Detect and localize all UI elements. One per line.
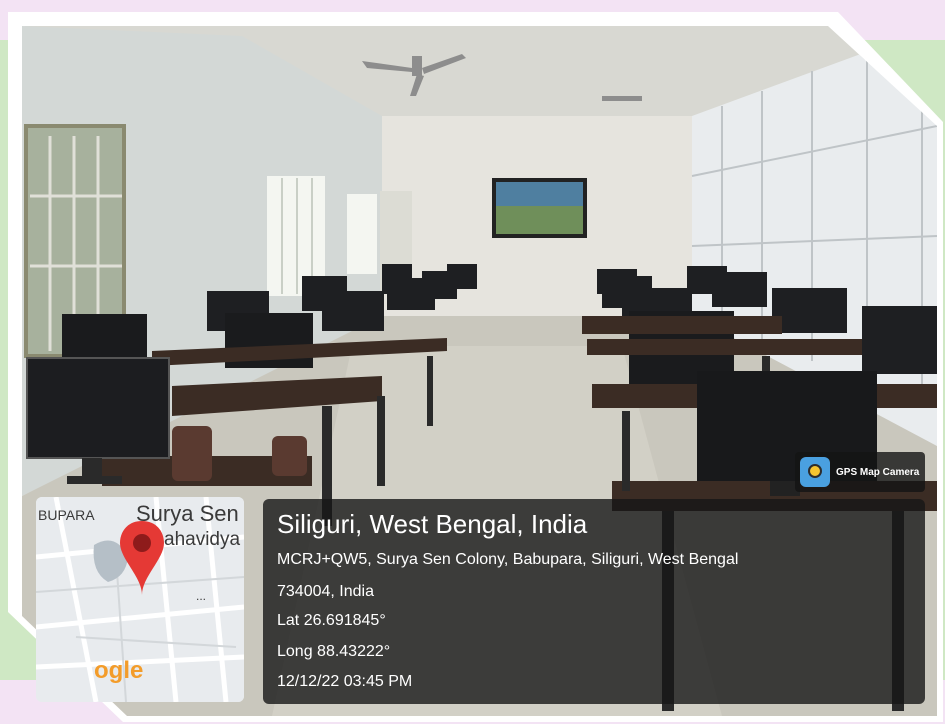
location-city: Siliguri, West Bengal, India: [277, 509, 588, 539]
location-map-thumbnail: BUPARA Surya Sen ahavidya ... ogle: [36, 497, 244, 702]
latitude-value: Lat 26.691845°: [277, 612, 386, 629]
timestamp-value: 12/12/22 03:45 PM: [277, 673, 413, 690]
gps-map-camera-icon: [800, 457, 830, 487]
google-logo: ogle: [94, 657, 144, 684]
app-name-label: GPS Map Camera: [836, 466, 920, 478]
map-area-label: BUPARA: [38, 507, 95, 523]
location-info-panel: Siliguri, West Bengal, India MCRJ+QW5, S…: [263, 499, 925, 704]
longitude-value: Long 88.43222°: [277, 643, 391, 660]
map-dots-label: ...: [196, 589, 207, 603]
gps-map-camera-badge: GPS Map Camera: [795, 452, 925, 492]
map-pin-icon: [120, 521, 164, 595]
map-place-label-2: ahavidya: [164, 529, 241, 550]
address-line-2: 734004, India: [277, 583, 374, 600]
address-line-1: MCRJ+QW5, Surya Sen Colony, Babupara, Si…: [277, 551, 739, 568]
